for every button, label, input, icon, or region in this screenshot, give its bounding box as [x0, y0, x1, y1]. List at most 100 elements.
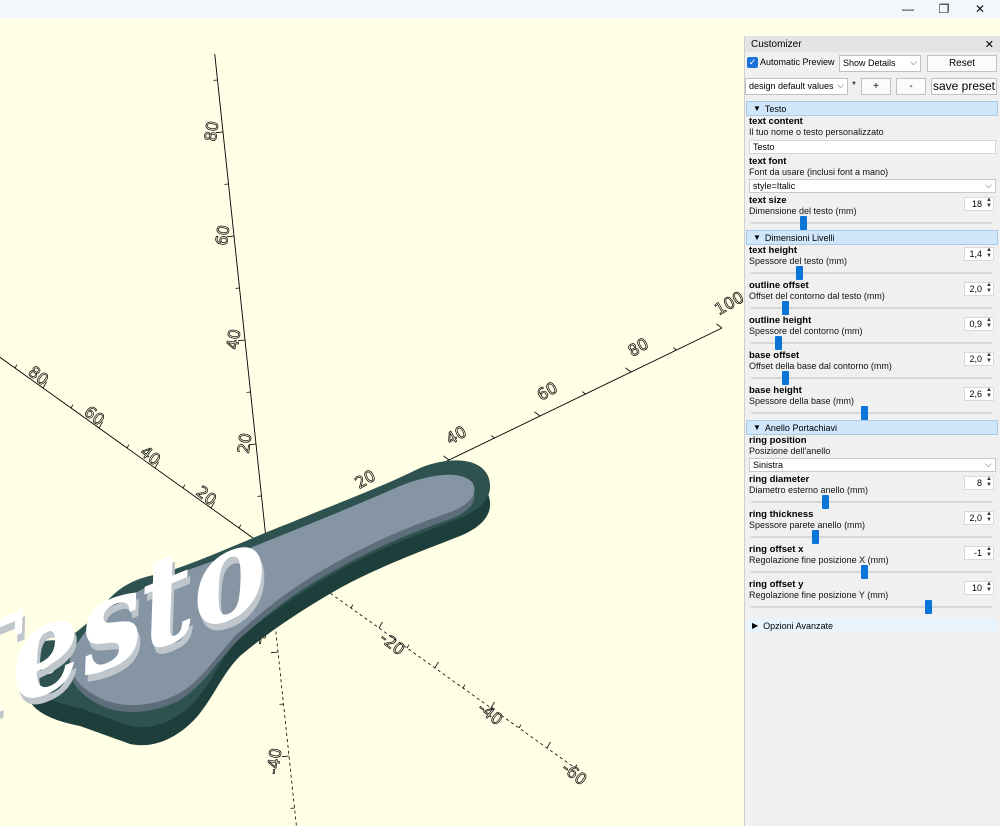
- number-spinbox[interactable]: 1,4 ▲ ▼: [964, 247, 994, 261]
- section-title: Opzioni Avanzate: [763, 620, 834, 631]
- customizer-header: Customizer ✕: [745, 36, 1000, 52]
- value-slider[interactable]: [749, 495, 996, 509]
- spin-arrows-icon[interactable]: ▲ ▼: [986, 317, 992, 329]
- details-select-value: Show Details: [843, 58, 896, 68]
- remove-preset-button[interactable]: -: [896, 78, 926, 95]
- parameter-ring-thickness: ring thickness Spessore parete anello (mm…: [745, 509, 1000, 544]
- axis-tick: [270, 651, 279, 654]
- dropdown-select[interactable]: Sinistra ⌵: [749, 458, 996, 472]
- value-slider[interactable]: [749, 266, 996, 280]
- value-slider[interactable]: [749, 565, 996, 579]
- slider-thumb[interactable]: [861, 406, 869, 420]
- axis-label: 40: [223, 328, 245, 351]
- viewport-canvas[interactable]: 204060801002040608020406080-20-40-60-20-…: [0, 18, 744, 826]
- axis-label: 60: [212, 224, 234, 247]
- z-axis-line: [214, 53, 268, 549]
- parameter-description: Regolazione fine posizione Y (mm): [749, 590, 889, 600]
- value-slider[interactable]: [749, 406, 996, 420]
- parameter-name: base height: [749, 385, 802, 396]
- chevron-down-icon: ⌵: [985, 180, 992, 190]
- spin-arrows-icon[interactable]: ▲ ▼: [986, 352, 992, 364]
- value-slider[interactable]: [749, 371, 996, 385]
- spinbox-value: 2,0: [969, 513, 982, 523]
- value-slider[interactable]: [749, 600, 996, 614]
- number-spinbox[interactable]: -1 ▲ ▼: [964, 546, 994, 560]
- expand-right-icon: ▶: [752, 621, 759, 630]
- section-advanced-options[interactable]: ▶ Opzioni Avanzate: [746, 618, 998, 633]
- number-spinbox[interactable]: 18 ▲ ▼: [964, 197, 994, 211]
- section-title: Dimensioni Livelli: [764, 232, 835, 243]
- dropdown-value: Sinistra: [753, 460, 784, 470]
- number-spinbox[interactable]: 10 ▲ ▼: [964, 581, 994, 595]
- value-slider[interactable]: [749, 216, 996, 230]
- window-titlebar: — ❐ ✕: [0, 0, 1000, 18]
- 3d-viewport[interactable]: 204060801002040608020406080-20-40-60-20-…: [0, 18, 744, 826]
- customizer-panel: Customizer ✕ ✓ Automatic Preview Show De…: [744, 36, 1000, 826]
- slider-thumb[interactable]: [924, 600, 932, 614]
- number-spinbox[interactable]: 2,6 ▲ ▼: [964, 387, 994, 401]
- axis-label: 80: [625, 334, 652, 361]
- automatic-preview-label: Automatic Preview: [760, 57, 835, 67]
- text-input[interactable]: Testo: [749, 140, 996, 154]
- number-spinbox[interactable]: 2,0 ▲ ▼: [964, 352, 994, 366]
- spin-arrows-icon[interactable]: ▲ ▼: [986, 581, 992, 593]
- save-preset-button[interactable]: save preset: [931, 78, 997, 95]
- add-preset-button[interactable]: +: [861, 78, 891, 95]
- spinbox-value: -1: [973, 548, 982, 558]
- number-spinbox[interactable]: 2,0 ▲ ▼: [964, 282, 994, 296]
- parameter-name: text content: [749, 116, 803, 127]
- parameter-description: Spessore del testo (mm): [749, 256, 848, 266]
- spinbox-value: 2,0: [969, 354, 982, 364]
- close-window-button[interactable]: ✕: [962, 0, 998, 18]
- parameter-name: ring diameter: [749, 474, 810, 485]
- spin-arrows-icon[interactable]: ▲ ▼: [986, 247, 992, 259]
- section-header[interactable]: ▼ Dimensioni Livelli: [746, 230, 998, 245]
- slider-thumb[interactable]: [795, 266, 803, 280]
- value-slider[interactable]: [749, 530, 996, 544]
- spin-arrows-icon[interactable]: ▲ ▼: [986, 387, 992, 399]
- slider-thumb[interactable]: [781, 301, 789, 315]
- axis-label: 80: [201, 120, 223, 143]
- slider-thumb[interactable]: [821, 495, 829, 509]
- slider-thumb[interactable]: [774, 336, 782, 350]
- preset-select[interactable]: design default values ⌵: [745, 78, 848, 95]
- parameter-description: Offset della base dal contorno (mm): [749, 361, 892, 371]
- number-spinbox[interactable]: 0,9 ▲ ▼: [964, 317, 994, 331]
- axis-tick: [491, 435, 495, 439]
- collapse-icon: ▼: [753, 233, 761, 242]
- section-body: text content Il tuo nome o testo personal…: [745, 116, 1000, 230]
- spin-arrows-icon[interactable]: ▲ ▼: [986, 197, 992, 209]
- axis-label: 60: [81, 402, 109, 430]
- parameter-ring-diameter: ring diameter Diametro esterno anello (mm…: [745, 474, 1000, 509]
- parameter-name: text height: [749, 245, 798, 256]
- parameter-name: ring position: [749, 435, 807, 446]
- close-icon[interactable]: ✕: [985, 38, 994, 51]
- dropdown-select[interactable]: style=Italic ⌵: [749, 179, 996, 193]
- slider-thumb[interactable]: [861, 565, 869, 579]
- spin-arrows-icon[interactable]: ▲ ▼: [986, 546, 992, 558]
- automatic-preview-checkbox[interactable]: ✓: [747, 57, 758, 68]
- axis-label: 20: [234, 432, 256, 455]
- axis-tick: [70, 404, 74, 409]
- slider-thumb[interactable]: [812, 530, 820, 544]
- maximize-button[interactable]: ❐: [926, 0, 962, 18]
- slider-thumb[interactable]: [800, 216, 808, 230]
- spin-arrows-icon[interactable]: ▲ ▼: [986, 511, 992, 523]
- number-spinbox[interactable]: 2,0 ▲ ▼: [964, 511, 994, 525]
- spin-arrows-icon[interactable]: ▲ ▼: [986, 476, 992, 488]
- parameter-text-height: text height Spessore del testo (mm) 1,4 ▲ ▼: [745, 245, 1000, 280]
- reset-button[interactable]: Reset: [927, 55, 997, 72]
- value-slider[interactable]: [749, 301, 996, 315]
- slider-thumb[interactable]: [781, 371, 789, 385]
- section-header[interactable]: ▼ Testo: [746, 101, 998, 116]
- minimize-button[interactable]: —: [890, 0, 926, 18]
- section-body: text height Spessore del testo (mm) 1,4 ▲ ▼ o…: [745, 245, 1000, 420]
- parameter-name: ring offset x: [749, 544, 804, 555]
- spin-arrows-icon[interactable]: ▲ ▼: [986, 282, 992, 294]
- axis-label: 40: [137, 442, 165, 470]
- value-slider[interactable]: [749, 336, 996, 350]
- number-spinbox[interactable]: 8 ▲ ▼: [964, 476, 994, 490]
- section-header[interactable]: ▼ Anello Portachiavi: [746, 420, 998, 435]
- details-select[interactable]: Show Details ⌵: [839, 55, 921, 72]
- chevron-down-icon: ⌵: [910, 57, 917, 67]
